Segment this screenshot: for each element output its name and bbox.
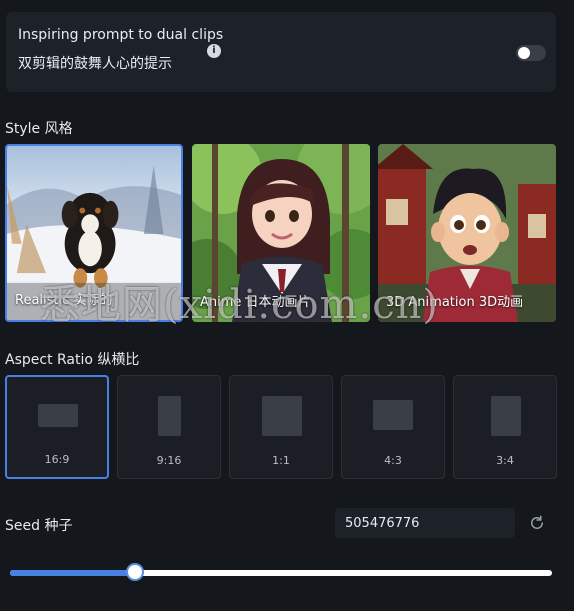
aspect-label-3-4: 3:4 <box>496 454 514 467</box>
refresh-icon[interactable] <box>528 514 546 532</box>
aspect-option-9-16[interactable]: 9:16 <box>117 375 221 479</box>
aspect-label-1-1: 1:1 <box>272 454 290 467</box>
ratio-shape-9-16 <box>158 396 181 436</box>
ratio-shape-3-4 <box>491 396 521 436</box>
style-label-realistic: Realistic 实际的 <box>15 293 113 308</box>
style-option-realistic[interactable]: Realistic 实际的 <box>5 144 183 322</box>
toggle-knob <box>518 47 530 59</box>
ratio-shape-4-3 <box>373 400 413 430</box>
aspect-option-16-9[interactable]: 16:9 <box>5 375 109 479</box>
ratio-shape-16-9 <box>38 404 78 427</box>
seed-slider-track[interactable] <box>10 570 552 576</box>
style-option-anime[interactable]: Anime 日本动画片 <box>192 144 370 322</box>
style-label-3d-animation: 3D Animation 3D动画 <box>386 295 524 310</box>
aspect-option-3-4[interactable]: 3:4 <box>453 375 557 479</box>
seed-slider-fill <box>10 570 135 576</box>
seed-section-label: Seed 种子 <box>5 518 73 534</box>
style-label-anime: Anime 日本动画片 <box>200 295 311 310</box>
prompt-toggle[interactable] <box>516 45 546 61</box>
seed-input[interactable] <box>335 508 515 538</box>
aspect-label-16-9: 16:9 <box>44 453 70 466</box>
aspect-section-label: Aspect Ratio 纵横比 <box>5 352 140 368</box>
style-section-label: Style 风格 <box>5 121 73 137</box>
settings-panel: Inspiring prompt to dual clips 双剪辑的鼓舞人心的… <box>0 0 574 611</box>
prompt-card: Inspiring prompt to dual clips 双剪辑的鼓舞人心的… <box>6 12 556 92</box>
aspect-label-4-3: 4:3 <box>384 454 402 467</box>
prompt-title: Inspiring prompt to dual clips <box>18 27 224 43</box>
info-icon[interactable]: i <box>207 44 221 58</box>
seed-slider-thumb[interactable] <box>125 563 144 581</box>
aspect-label-9-16: 9:16 <box>156 454 182 467</box>
style-option-3d-animation[interactable]: 3D Animation 3D动画 <box>378 144 556 322</box>
aspect-option-4-3[interactable]: 4:3 <box>341 375 445 479</box>
aspect-option-1-1[interactable]: 1:1 <box>229 375 333 479</box>
ratio-shape-1-1 <box>262 396 302 436</box>
prompt-subtitle: 双剪辑的鼓舞人心的提示 <box>18 56 172 72</box>
